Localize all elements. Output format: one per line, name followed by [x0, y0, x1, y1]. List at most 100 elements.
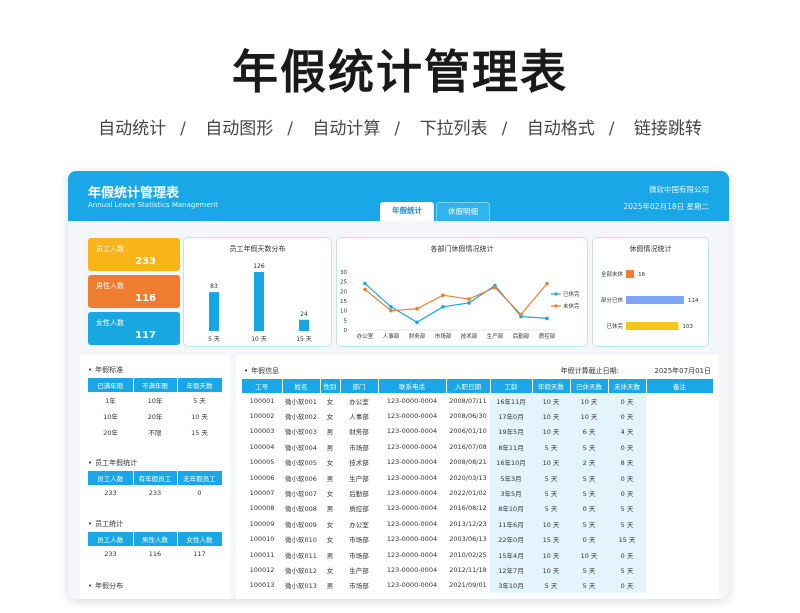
category-label: 已休完 — [606, 322, 623, 330]
table-cell: 5 天 — [570, 485, 608, 501]
table-cell: 123-0000-0004 — [386, 442, 438, 451]
column-header[interactable]: 员工人数 — [88, 532, 134, 546]
table-cell: 微小软009 — [285, 520, 317, 529]
x-tick-label: 质控部 — [539, 332, 556, 340]
bar — [626, 270, 635, 278]
feature-separator: / — [394, 119, 401, 139]
column-header[interactable]: 已休天数 — [570, 379, 609, 393]
bar — [209, 292, 219, 331]
table-row[interactable]: 100009 微小软009 女办公室 123-0000-0004 2013/12/23 1… — [242, 516, 713, 532]
tab-annual-leave-stats[interactable]: 年假统计 — [380, 202, 434, 221]
table-cell: 100006 — [249, 473, 275, 482]
category-label: 全部未休 — [601, 270, 624, 278]
column-header[interactable]: 工龄 — [490, 379, 533, 393]
table-cell — [646, 578, 713, 593]
table-cell: 15 天 — [191, 429, 208, 437]
table-cell: 233 — [104, 550, 117, 558]
table-cell: 10 天 — [532, 408, 570, 424]
table-row[interactable]: 100001 微小软001 女办公室 123-0000-0004 2008/07/11 1… — [242, 393, 713, 409]
tab-leave-details[interactable]: 休假明细 — [436, 202, 490, 221]
table-cell: 微小软007 — [285, 490, 317, 499]
table-cell: 10 天 — [570, 408, 608, 424]
table-cell: 市场部 — [349, 536, 369, 545]
table-row[interactable]: 20年 不限 15 天 — [88, 424, 222, 440]
table-row[interactable]: 100007 微小软007 女 后勤部 123-0000-0004 2022/01/02 3… — [242, 485, 713, 501]
table-row[interactable]: 100005 微小软005 女技术部 123-0000-0004 2008/08/21 1… — [242, 454, 713, 470]
column-header[interactable]: 年假天数 — [177, 378, 223, 392]
table-row[interactable]: 100008 微小软008 男 质控部 123-0000-0004 2016/08/12 8… — [242, 500, 713, 517]
table-row[interactable]: 100013 微小软013 男 市场部 123-0000-0004 2021/09/01 3… — [242, 577, 713, 594]
table-cell: 100005 — [249, 458, 275, 467]
column-header[interactable]: 年假天数 — [532, 379, 571, 393]
table-row[interactable]: 1年 10年 5 天 — [88, 392, 222, 408]
table-cell — [646, 408, 713, 423]
table-row[interactable]: 100010 微小软010 女 市场部 123-0000-0004 2003/06/13 2… — [242, 531, 713, 547]
column-header[interactable]: 不满年限 — [133, 378, 178, 392]
section-title: 员工统计 — [88, 519, 123, 529]
column-header[interactable]: 已满年限 — [88, 378, 134, 392]
bar-chart: 83 5 天 126 10 天 24 15 天 — [208, 263, 312, 343]
data-point — [545, 281, 549, 286]
table-cell: 15 天 — [608, 531, 646, 547]
table-row[interactable]: 100006 微小软006 男生产部 123-0000-0004 2020/03/13 5… — [242, 469, 713, 486]
table-row[interactable]: 100012 微小软012 女生产部 123-0000-0004 2012/11/18 1… — [242, 562, 713, 578]
data-point — [363, 287, 367, 292]
bar — [299, 319, 309, 331]
table-row[interactable]: 233 233 0 — [88, 485, 222, 501]
table-row[interactable]: 100003 微小软003 男财务部 123-0000-0004 2006/01/10 1… — [242, 423, 713, 440]
x-tick-label: 技术部 — [461, 332, 478, 340]
table-cell: 5 天 — [532, 500, 570, 517]
table-row[interactable]: 233 116 117 — [88, 546, 222, 562]
table-cell: 2010/02/25 — [449, 550, 487, 559]
table-cell: 2008/07/11 — [449, 396, 487, 405]
table-cell: 5 天 — [570, 469, 608, 486]
column-header[interactable]: 姓名 — [282, 379, 321, 393]
table-cell: 财务部 — [349, 428, 369, 437]
table-header-row: 员工人数 有年假员工 无年假员工 — [88, 471, 223, 485]
table-cell: 10 天 — [191, 413, 208, 421]
table-cell — [646, 532, 713, 547]
column-header[interactable]: 女性人数 — [177, 532, 223, 546]
horizontal-bar-chart: 全部未休 16 部分已休 114 已休完 103 — [601, 270, 699, 330]
table-cell: 10 天 — [570, 393, 608, 409]
table-cell: 4 天 — [608, 423, 646, 440]
table-row[interactable]: 100002 微小软002 女人事部 123-0000-0004 2008/06/30 1… — [242, 408, 713, 424]
cutoff-date-value[interactable]: 2025年07月01日 — [654, 366, 711, 376]
table-cell: 男 — [326, 443, 334, 452]
table-row[interactable]: 100004 微小软004 男 市场部 123-0000-0004 2016/07/08 8… — [242, 439, 713, 455]
y-tick-label: 10 — [340, 309, 347, 315]
staff-stats-table: 员工人数 男性人数 女性人数 233 116 117 — [88, 532, 223, 562]
table-row[interactable]: 10年 20年 10 天 — [88, 408, 222, 424]
feature-item: 自动格式 — [526, 119, 595, 139]
column-header[interactable]: 部门 — [340, 379, 379, 393]
column-header[interactable]: 有年假员工 — [133, 471, 178, 485]
column-header[interactable]: 员工人数 — [88, 471, 134, 485]
current-date: 2025年02月18日 星期二 — [623, 202, 709, 211]
leave-stats-table: 员工人数 有年假员工 无年假员工 233 233 0 — [88, 471, 223, 501]
kpi-value: 116 — [135, 293, 156, 304]
feature-separator: / — [287, 119, 294, 139]
table-cell: 117 — [193, 550, 206, 558]
column-header[interactable]: 性别 — [320, 379, 341, 393]
table-cell: 123-0000-0004 — [386, 550, 438, 559]
x-tick-label: 市场部 — [435, 332, 452, 340]
table-cell: 123-0000-0004 — [386, 473, 438, 482]
legend-label: 未休完 — [563, 302, 580, 310]
table-cell: 女 — [326, 413, 334, 422]
column-header[interactable]: 入职日期 — [446, 379, 491, 393]
table-cell: 15年4月 — [490, 546, 532, 563]
column-header[interactable]: 男性人数 — [133, 532, 178, 546]
column-header[interactable]: 工号 — [242, 379, 283, 393]
table-cell: 2008/08/21 — [449, 458, 487, 467]
table-cell: 12年7月 — [490, 562, 532, 578]
table-row[interactable]: 100011 微小软011 男市场部 123-0000-0004 2010/02/25 1… — [242, 546, 713, 563]
table-cell: 2012/11/18 — [449, 565, 487, 574]
column-header[interactable]: 联系电话 — [378, 379, 447, 393]
table-cell: 微小软004 — [285, 443, 317, 452]
column-header[interactable]: 备注 — [646, 379, 714, 393]
data-label: 114 — [688, 298, 699, 304]
table-cell: 2013/12/23 — [449, 519, 487, 528]
table-cell: 100010 — [249, 535, 275, 544]
column-header[interactable]: 未休天数 — [608, 379, 647, 393]
column-header[interactable]: 无年假员工 — [177, 471, 223, 485]
